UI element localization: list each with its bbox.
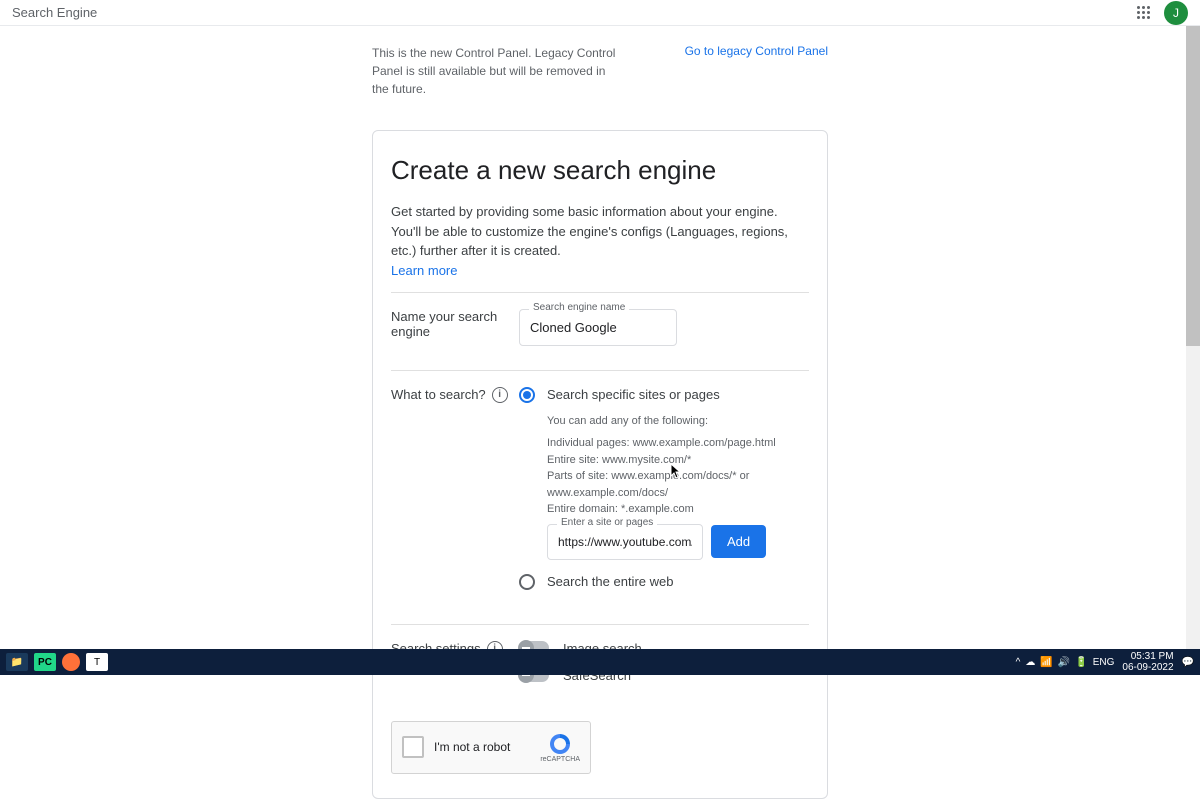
radio-specific-sites[interactable]: Search specific sites or pages — [519, 387, 809, 403]
taskbar-pycharm-icon[interactable]: PC — [34, 653, 56, 671]
radio-entire-label: Search the entire web — [547, 574, 673, 589]
name-section-label: Name your search engine — [391, 309, 519, 339]
radio-entire-input[interactable] — [519, 574, 535, 590]
search-scope-label-text: What to search? — [391, 387, 486, 402]
radio-specific-input[interactable] — [519, 387, 535, 403]
search-scope-label: What to search? i — [391, 387, 519, 403]
notice-text: This is the new Control Panel. Legacy Co… — [372, 44, 622, 98]
tray-cloud-icon[interactable]: ☁ — [1025, 657, 1035, 668]
apps-grid-icon[interactable] — [1137, 6, 1150, 19]
radio-specific-label: Search specific sites or pages — [547, 387, 720, 402]
taskbar-files-icon[interactable]: 📁 — [6, 653, 28, 671]
legacy-panel-link[interactable]: Go to legacy Control Panel — [685, 44, 828, 58]
recaptcha-text: I'm not a robot — [434, 740, 530, 754]
site-input-row: Enter a site or pages Add — [547, 524, 809, 560]
app-header: Search Engine J — [0, 0, 1200, 26]
content-area: This is the new Control Panel. Legacy Co… — [0, 26, 1200, 799]
recaptcha-checkbox[interactable] — [402, 736, 424, 758]
site-field-label: Enter a site or pages — [557, 517, 657, 528]
taskbar-left: 📁 PC T — [6, 653, 108, 671]
scrollbar[interactable] — [1186, 26, 1200, 649]
info-icon[interactable]: i — [492, 387, 508, 403]
taskbar-date: 06-09-2022 — [1122, 662, 1173, 673]
tray-lang[interactable]: ENG — [1093, 657, 1115, 668]
app-title: Search Engine — [12, 5, 97, 20]
scrollbar-thumb[interactable] — [1186, 26, 1200, 346]
sites-hint: You can add any of the following: Indivi… — [547, 413, 809, 518]
legacy-notice: This is the new Control Panel. Legacy Co… — [372, 44, 828, 114]
taskbar-firefox-icon[interactable] — [62, 653, 80, 671]
header-actions: J — [1137, 1, 1188, 25]
search-scope-section: What to search? i Search specific sites … — [391, 370, 809, 610]
system-tray: ^ ☁ 📶 🔊 🔋 ENG — [1016, 657, 1115, 668]
taskbar-right: ^ ☁ 📶 🔊 🔋 ENG 05:31 PM 06-09-2022 💬 — [1016, 651, 1194, 673]
taskbar: 📁 PC T ^ ☁ 📶 🔊 🔋 ENG 05:31 PM 06-09-2022… — [0, 649, 1200, 675]
card-title: Create a new search engine — [391, 155, 809, 186]
engine-name-input[interactable] — [519, 309, 677, 346]
recaptcha-brand: reCAPTCHA — [540, 756, 580, 763]
site-url-input[interactable] — [547, 524, 703, 560]
tray-wifi-icon[interactable]: 📶 — [1040, 657, 1052, 668]
user-avatar[interactable]: J — [1164, 1, 1188, 25]
recaptcha-widget: I'm not a robot reCAPTCHA — [391, 721, 591, 774]
taskbar-clock[interactable]: 05:31 PM 06-09-2022 — [1122, 651, 1173, 673]
name-section: Name your search engine Search engine na… — [391, 292, 809, 356]
engine-name-field-label: Search engine name — [529, 302, 629, 313]
engine-name-field-wrap: Search engine name — [519, 309, 677, 346]
recaptcha-logo-icon: reCAPTCHA — [540, 732, 580, 763]
taskbar-text-icon[interactable]: T — [86, 653, 108, 671]
hint-examples: Individual pages: www.example.com/page.h… — [547, 435, 809, 518]
learn-more-link[interactable]: Learn more — [391, 263, 457, 278]
tray-battery-icon[interactable]: 🔋 — [1075, 657, 1087, 668]
tray-up-icon[interactable]: ^ — [1016, 657, 1021, 668]
create-engine-card: Create a new search engine Get started b… — [372, 130, 828, 799]
tray-volume-icon[interactable]: 🔊 — [1058, 657, 1070, 668]
add-button[interactable]: Add — [711, 525, 766, 558]
taskbar-time: 05:31 PM — [1122, 651, 1173, 662]
card-description: Get started by providing some basic info… — [391, 202, 809, 261]
hint-intro: You can add any of the following: — [547, 413, 809, 430]
radio-entire-web[interactable]: Search the entire web — [519, 574, 809, 590]
tray-notifications-icon[interactable]: 💬 — [1182, 657, 1194, 668]
